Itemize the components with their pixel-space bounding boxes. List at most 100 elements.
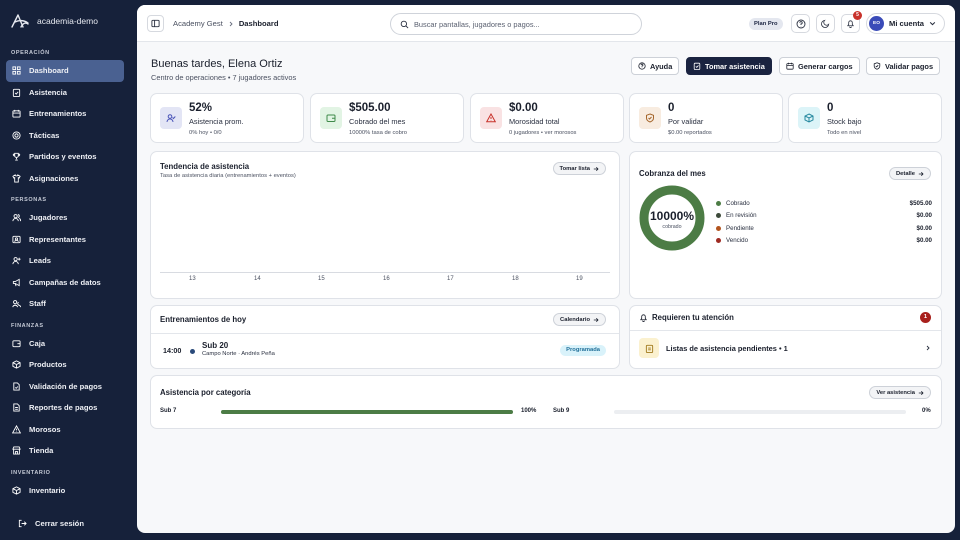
sidebar-item-label: Caja [29, 338, 46, 348]
breadcrumb: Academy Gest Dashboard [173, 19, 278, 28]
attention-item[interactable]: Listas de asistencia pendientes • 1 [630, 331, 941, 368]
take-attendance-button[interactable]: Tomar asistencia [686, 57, 772, 75]
stat-card-collected[interactable]: $505.00 Cobrado del mes 10000% tasa de c… [310, 93, 464, 143]
help-header-button[interactable]: Ayuda [631, 57, 680, 75]
sidebar-item-jugadores[interactable]: Jugadores [6, 207, 124, 229]
bell-icon [847, 20, 854, 28]
avatar: EO [869, 16, 884, 31]
card-title: Cobranza del mes [639, 169, 706, 178]
stat-card-low-stock[interactable]: 0 Stock bajo Todo en nivel [788, 93, 942, 143]
user-plus-icon [12, 257, 21, 265]
sidebar-item-caja[interactable]: Caja [6, 333, 124, 355]
sidebar-item-leads[interactable]: Leads [6, 250, 124, 272]
brand[interactable]: academia-demo [0, 0, 136, 42]
legend-row-pendiente: Pendiente $0.00 [716, 222, 932, 235]
sidebar-toggle-button[interactable] [147, 15, 164, 32]
sidebar-item-entrenamientos[interactable]: Entrenamientos [6, 103, 124, 125]
list-item[interactable]: 14:00 Sub 20 Campo Norte · Andrés Peña P… [151, 334, 619, 368]
arrow-right-icon [918, 390, 924, 395]
sidebar-item-staff[interactable]: Staff [6, 293, 124, 315]
validate-payments-button[interactable]: Validar pagos [866, 57, 941, 75]
notifications-button[interactable]: 5 [841, 11, 862, 33]
sidebar-item-asistencia[interactable]: Asistencia [6, 82, 124, 104]
attention-card: Requieren tu atención 1 Listas de asiste… [629, 305, 942, 369]
plan-badge: Plan Pro [749, 18, 783, 30]
legend-amount: $0.00 [916, 237, 932, 245]
legend-row-cobrado: Cobrado $505.00 [716, 197, 932, 210]
sidebar-item-tacticas[interactable]: Tácticas [6, 125, 124, 147]
generate-charges-button[interactable]: Generar cargos [779, 57, 860, 75]
sidebar-item-campanas[interactable]: Campañas de datos [6, 272, 124, 294]
sidebar-item-label: Reportes de pagos [29, 403, 98, 413]
attendance-by-category-card: Asistencia por categoría Ver asistencia … [150, 375, 942, 429]
calendar-label: Calendario [560, 316, 590, 323]
stat-sub: 0 jugadores • ver morosos [509, 130, 577, 136]
stat-icon-box [160, 107, 182, 129]
arrow-right-icon [593, 166, 599, 171]
stat-label: Cobrado del mes [349, 117, 406, 126]
sidebar-item-label: Staff [29, 299, 46, 309]
chart-baseline [160, 272, 610, 273]
box-icon [804, 113, 814, 123]
sidebar-item-label: Partidos y eventos [29, 152, 97, 162]
dashboard-icon [12, 66, 21, 75]
stat-icon-box [320, 107, 342, 129]
donut-label: cobrado [662, 224, 682, 230]
legend-label: Pendiente [726, 224, 754, 232]
nav-section-label: OPERACIÓN [11, 50, 50, 56]
theme-toggle-button[interactable] [816, 14, 835, 33]
logout-button[interactable]: Cerrar sesión [12, 513, 130, 535]
user-check-icon [166, 114, 176, 123]
category-bar-track [221, 410, 513, 414]
legend-dot [716, 238, 721, 244]
legend-label: Cobrado [726, 199, 750, 207]
sidebar-item-dashboard[interactable]: Dashboard [6, 60, 124, 82]
sidebar-item-productos[interactable]: Productos [6, 354, 124, 376]
calendar-button[interactable]: Calendario [553, 313, 606, 326]
stat-card-attendance[interactable]: 52% Asistencia prom. 0% hoy • 0/0 [150, 93, 304, 143]
sidebar-item-partidos[interactable]: Partidos y eventos [6, 146, 124, 168]
nav-section-finanzas: FINANZAS Caja Productos Validación de pa… [0, 319, 136, 462]
sidebar-item-validacion-pagos[interactable]: Validación de pagos [6, 376, 124, 398]
bell-ring-icon [640, 314, 647, 322]
account-menu-button[interactable]: EO Mi cuenta [866, 13, 945, 34]
legend-row-en-revision: En revisión $0.00 [716, 210, 932, 223]
x-tick: 17 [447, 276, 454, 282]
stat-sub: Todo en nivel [827, 130, 862, 136]
sidebar-item-reportes-pagos[interactable]: Reportes de pagos [6, 397, 124, 419]
legend-label: Vencido [726, 237, 749, 245]
package-icon [12, 486, 21, 495]
clipboard-list-icon [645, 344, 653, 353]
view-attendance-button[interactable]: Ver asistencia [869, 386, 931, 399]
search-box[interactable] [390, 13, 642, 35]
sidebar-item-label: Representantes [29, 234, 86, 244]
status-badge: Programada [560, 345, 606, 356]
training-dot [190, 348, 195, 354]
take-list-label: Tomar lista [559, 165, 591, 172]
sidebar-item-inventario[interactable]: Inventario [6, 480, 124, 502]
take-list-button[interactable]: Tomar lista [552, 162, 606, 175]
trainings-today-card: Entrenamientos de hoy Calendario 14:00 S… [150, 305, 620, 369]
sidebar-item-asignaciones[interactable]: Asignaciones [6, 168, 124, 190]
attention-icon-box [639, 338, 659, 358]
help-button[interactable] [791, 14, 810, 33]
x-tick: 14 [254, 276, 261, 282]
search-icon [400, 20, 409, 28]
sidebar-item-label: Validación de pagos [29, 381, 103, 391]
stat-card-delinquency[interactable]: $0.00 Morosidad total 0 jugadores • ver … [470, 93, 624, 143]
chevron-down-icon [929, 21, 936, 26]
stat-card-to-validate[interactable]: 0 Por validar $0.00 reportados [629, 93, 783, 143]
take-attendance-label: Tomar asistencia [705, 61, 765, 71]
sidebar-item-tienda[interactable]: Tienda [6, 440, 124, 462]
category-percent: 0% [922, 408, 931, 414]
detail-button[interactable]: Detalle [888, 167, 931, 180]
calendar-plus-icon [786, 62, 794, 70]
sidebar-item-morosos[interactable]: Morosos [6, 419, 124, 441]
nav-section-inventario: INVENTARIO Inventario [0, 466, 136, 502]
stat-value: $0.00 [509, 102, 538, 114]
breadcrumb-root[interactable]: Academy Gest [173, 19, 223, 28]
x-tick: 15 [318, 276, 325, 282]
sidebar-item-representantes[interactable]: Representantes [6, 229, 124, 251]
search-input[interactable] [414, 19, 624, 29]
nav-section-personas: PERSONAS Jugadores Representantes Leads … [0, 193, 136, 315]
